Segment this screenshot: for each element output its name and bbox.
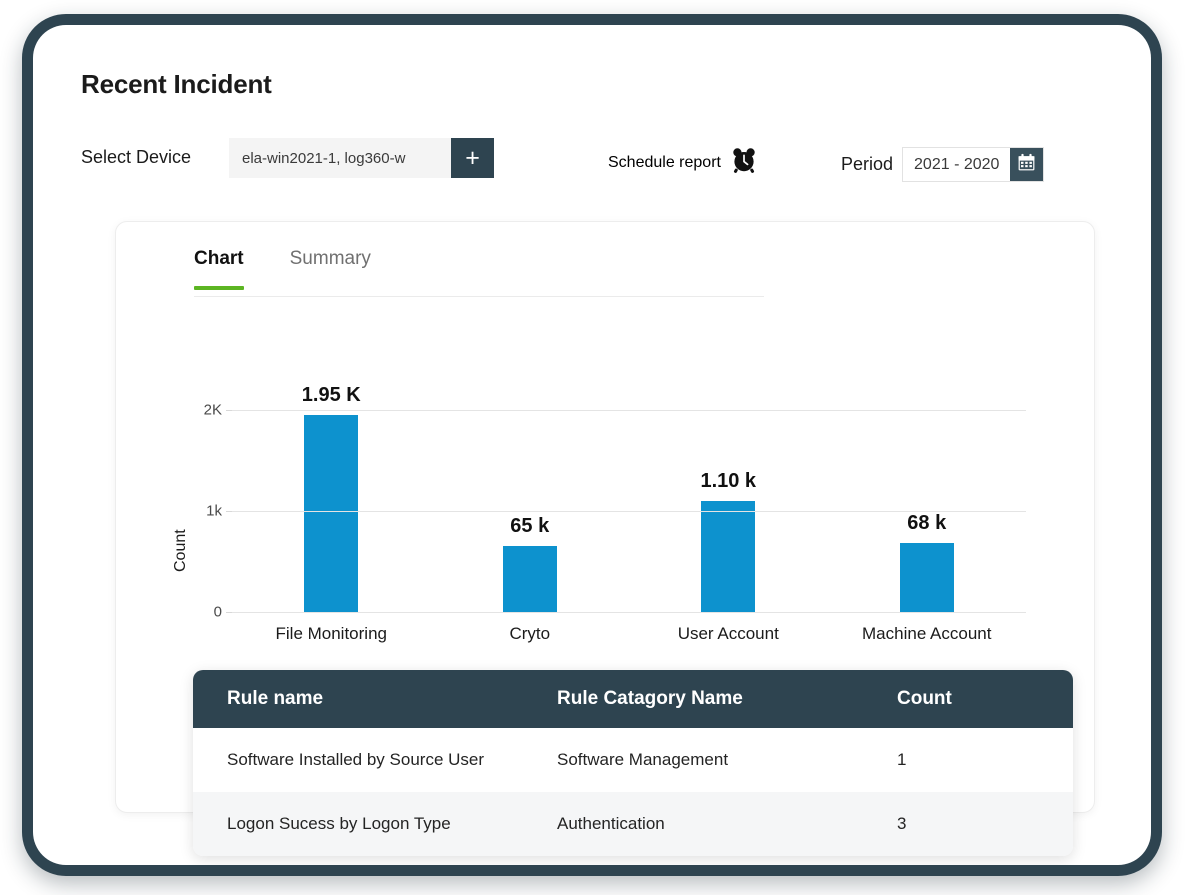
- schedule-report-button[interactable]: Schedule report: [608, 146, 758, 179]
- y-axis-title: Count: [172, 529, 189, 572]
- bar-value-label: 1.10 k: [700, 470, 757, 492]
- x-axis-tick-label: File Monitoring: [275, 624, 388, 643]
- incident-rule-table: Rule name Rule Catagory Name Count Softw…: [193, 670, 1073, 856]
- y-axis-tick-label: 0: [213, 603, 222, 621]
- cell-rule-name: Logon Sucess by Logon Type: [227, 814, 451, 833]
- cell-rule-category: Software Management: [557, 750, 729, 769]
- cell-rule-name: Software Installed by Source User: [227, 750, 485, 769]
- gridline: 1k: [206, 503, 1026, 520]
- bar-series: 1.95 K File Monitoring 65 k Cryto 1.10 k User…: [232, 384, 1027, 643]
- tab-summary[interactable]: Summary: [290, 248, 371, 288]
- cell-count: 1: [897, 750, 907, 769]
- calendar-picker-button[interactable]: [1010, 148, 1044, 181]
- device-selector: ela-win2021-1, log360-w +: [229, 138, 494, 178]
- device-frame: Recent Incident Select Device ela-win202…: [22, 14, 1162, 876]
- x-axis-tick-label: Machine Account: [862, 624, 992, 643]
- device-input[interactable]: ela-win2021-1, log360-w: [229, 138, 451, 178]
- page-title: Recent Incident: [81, 69, 272, 99]
- y-axis-tick-label: 1k: [206, 502, 222, 520]
- tab-bar: Chart Summary: [194, 248, 764, 297]
- bar-value-label: 65 k: [510, 515, 550, 538]
- gridline: 2K: [204, 402, 1026, 419]
- bar-group: 1.10 k User Account: [629, 390, 828, 643]
- y-axis-tick-label: 2K: [203, 401, 222, 419]
- bar-group: 65 k Cryto: [431, 390, 630, 643]
- gridline: 0: [214, 604, 1026, 621]
- chart-bar[interactable]: [502, 546, 557, 612]
- table-body: Software Installed by Source User Softwar…: [193, 728, 1073, 856]
- cell-rule-category: Authentication: [557, 814, 665, 833]
- tab-chart[interactable]: Chart: [194, 248, 244, 290]
- x-axis-tick-label: Cryto: [509, 624, 551, 643]
- cell-count: 3: [897, 814, 907, 833]
- chart-bar[interactable]: [701, 501, 756, 612]
- column-header-rule-name: Rule name: [227, 688, 324, 709]
- period-input[interactable]: 2021 - 2020: [903, 148, 1011, 181]
- bar-group: 1.95 K File Monitoring: [232, 384, 431, 643]
- period-selector: Period 2021 - 2020: [841, 147, 1045, 182]
- bar-group: 68 k Machine Account: [828, 390, 1027, 643]
- chart-bar[interactable]: [304, 415, 359, 612]
- chart-plot-area: 1.95 K File Monitoring 65 k Cryto 1.10 k User…: [204, 384, 1027, 643]
- schedule-report-label: Schedule report: [608, 153, 721, 171]
- alarm-clock-icon: [730, 146, 758, 179]
- x-axis-tick-label: User Account: [677, 624, 779, 643]
- column-header-rule-category: Rule Catagory Name: [557, 688, 743, 709]
- table-header-row: Rule name Rule Catagory Name Count: [193, 670, 1073, 728]
- bar-value-label: 1.95 K: [301, 384, 361, 407]
- table-row[interactable]: Logon Sucess by Logon Type Authentication…: [193, 792, 1073, 856]
- y-axis-tick-mark: [226, 410, 232, 412]
- y-axis-tick-mark: [226, 612, 232, 613]
- column-header-count: Count: [897, 688, 952, 709]
- select-device-label: Select Device: [81, 147, 192, 167]
- incident-bar-chart: Count 1.95 K File Monitoring 65 k Cryto 1.10…: [116, 342, 1094, 643]
- bar-value-label: 68 k: [907, 512, 947, 535]
- table-row[interactable]: Software Installed by Source User Softwar…: [193, 728, 1073, 792]
- period-label: Period: [841, 154, 894, 174]
- toolbar: Select Device ela-win2021-1, log360-w + …: [81, 135, 1111, 182]
- y-axis-tick-mark: [226, 511, 232, 513]
- add-device-button[interactable]: +: [451, 138, 494, 178]
- calendar-icon: [1017, 153, 1036, 177]
- page-surface: Recent Incident Select Device ela-win202…: [33, 25, 1151, 865]
- chart-bar[interactable]: [899, 543, 954, 612]
